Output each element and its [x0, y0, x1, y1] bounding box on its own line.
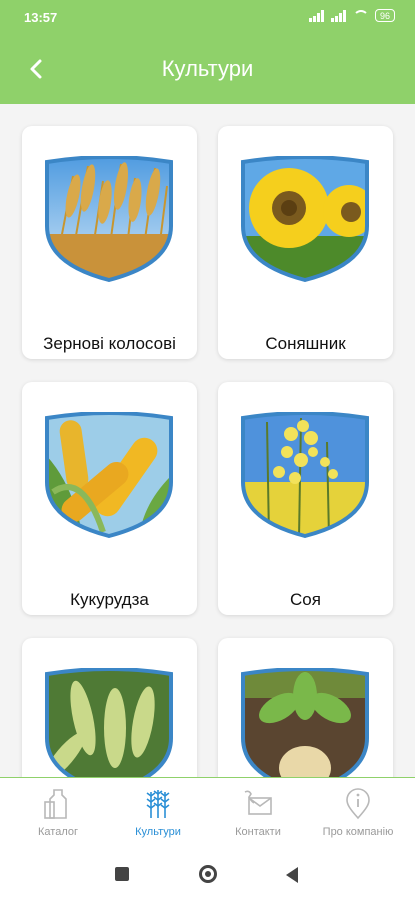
- nav-catalog[interactable]: Каталог: [8, 778, 108, 851]
- recents-button[interactable]: [115, 867, 129, 881]
- bottom-navigation: Каталог Культури Контакти Про компанію: [0, 777, 415, 850]
- catalog-bottle-icon: [44, 789, 67, 819]
- info-pin-icon: [346, 788, 370, 820]
- system-navigation-bar: [0, 850, 415, 900]
- sunflower-image: [241, 156, 369, 282]
- crop-label: Соя: [290, 590, 321, 609]
- status-icons: 96: [308, 9, 395, 22]
- crop-card-soy[interactable]: Соя: [218, 382, 393, 615]
- nav-label: Про компанію: [322, 826, 394, 838]
- nav-contacts[interactable]: Контакти: [208, 778, 308, 851]
- crop-card-wheat[interactable]: Зернові колосові: [22, 126, 197, 359]
- crop-label: Зернові колосові: [43, 334, 176, 353]
- nav-about[interactable]: Про компанію: [308, 778, 408, 851]
- battery-icon: 96: [374, 9, 395, 22]
- page-title: Культури: [161, 56, 254, 81]
- nav-crops[interactable]: Культури: [108, 778, 208, 851]
- status-time: 13:57: [24, 10, 58, 25]
- crop-card-sunflower[interactable]: Соняшник: [218, 126, 393, 359]
- top-bar: 13:57 96 Культури: [0, 0, 415, 104]
- nav-label: Культури: [135, 826, 181, 838]
- nav-label: Каталог: [38, 826, 78, 838]
- envelope-phone-icon: [244, 790, 272, 815]
- crop-label: Кукурудза: [70, 590, 149, 609]
- wheat-icon: [146, 790, 170, 818]
- rapeseed-image: [241, 412, 369, 538]
- signal-icon: [330, 9, 347, 22]
- crop-card-beet[interactable]: [218, 638, 393, 777]
- soybean-image: [45, 668, 173, 777]
- crops-grid[interactable]: Зернові колосові Соняшник Кукурудза Соя: [0, 104, 415, 777]
- status-bar: 13:57 96: [0, 0, 415, 36]
- back-system-button[interactable]: [286, 867, 298, 883]
- nav-label: Контакти: [235, 826, 281, 838]
- crop-label: Соняшник: [265, 334, 346, 353]
- wifi-icon: [352, 9, 369, 22]
- corn-image: [45, 412, 173, 538]
- app-bar: Культури: [0, 36, 415, 104]
- battery-level: 96: [379, 10, 390, 21]
- crop-card-soybean[interactable]: [22, 638, 197, 777]
- crop-card-corn[interactable]: Кукурудза: [22, 382, 197, 615]
- sugar-beet-image: [241, 668, 369, 777]
- home-button[interactable]: [199, 865, 217, 883]
- signal-icon: [308, 9, 325, 22]
- wheat-image: [45, 156, 173, 282]
